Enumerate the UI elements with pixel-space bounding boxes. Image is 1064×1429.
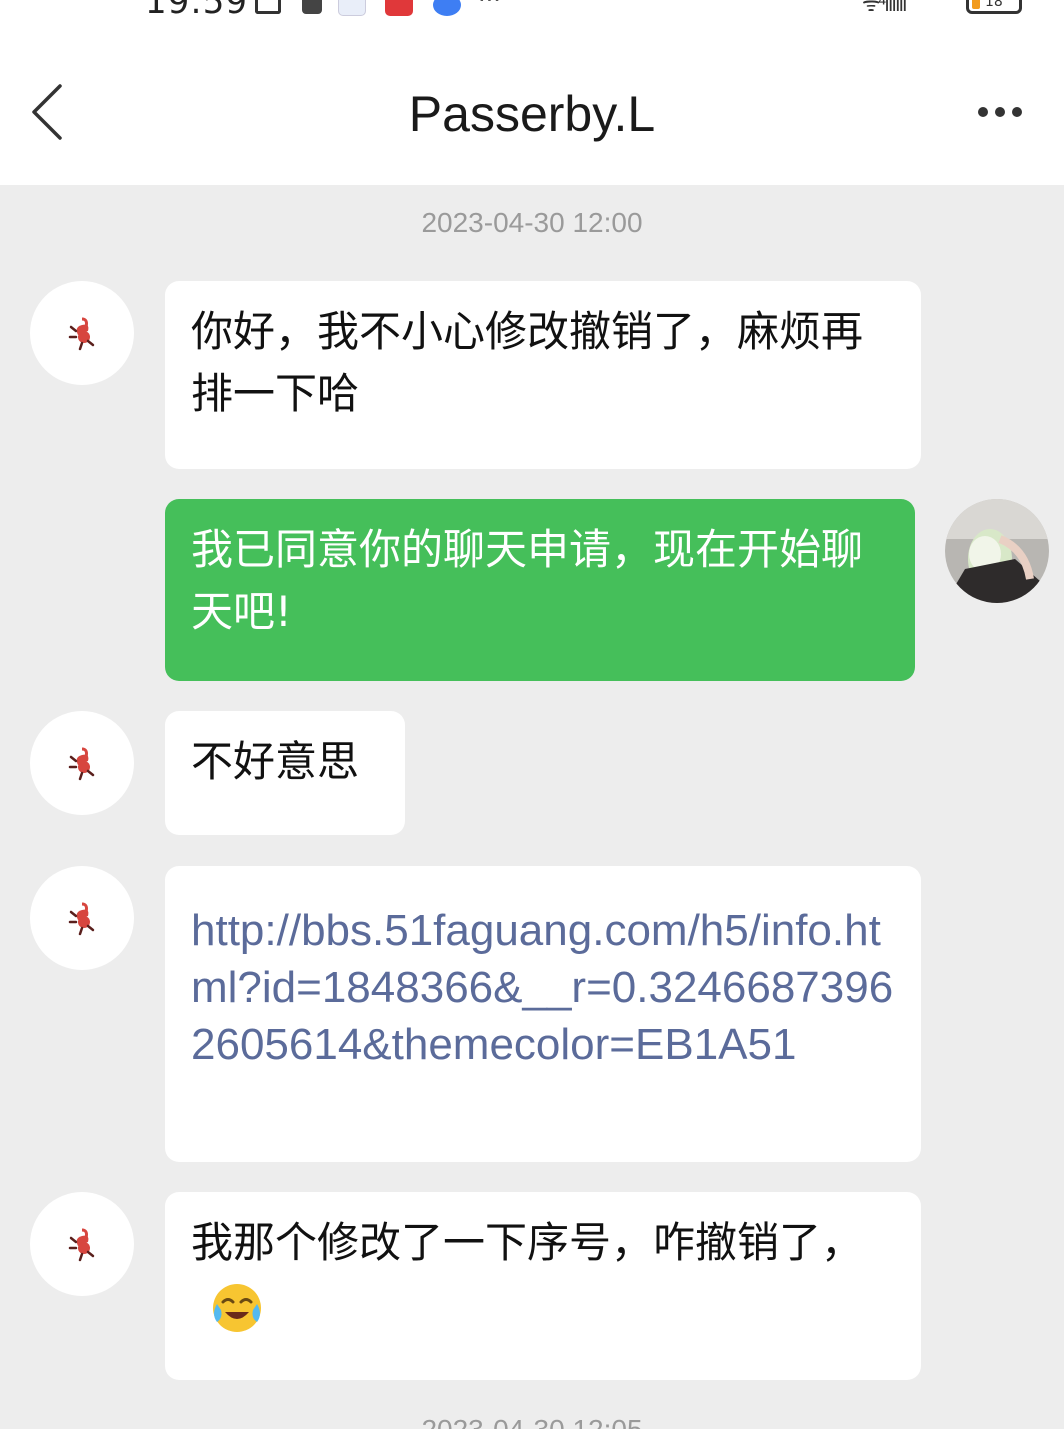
more-dot bbox=[1012, 107, 1022, 117]
scorpion-icon bbox=[68, 1228, 95, 1262]
more-horizontal-icon bbox=[978, 107, 988, 117]
message-text: 你好，我不小心修改撤销了，麻烦再排一下哈 bbox=[191, 307, 864, 418]
message-bubble-incoming[interactable]: 你好，我不小心修改撤销了，麻烦再排一下哈 bbox=[165, 281, 921, 469]
huawei-app-icon bbox=[385, 0, 413, 16]
contact-avatar[interactable] bbox=[30, 1192, 134, 1296]
message-link[interactable]: http://bbs.51faguang.com/h5/info.html?id… bbox=[191, 906, 893, 1069]
message-bubble-incoming[interactable]: 我那个修改了一下序号，咋撤销了， bbox=[165, 1192, 921, 1380]
more-icon: ··· bbox=[478, 0, 501, 14]
contact-avatar[interactable] bbox=[30, 866, 134, 970]
battery-indicator: 18 bbox=[966, 0, 1022, 14]
message-text: 我已同意你的聊天申请，现在开始聊天吧! bbox=[191, 525, 864, 636]
message-text: 不好意思 bbox=[191, 737, 360, 786]
message-text: 我那个修改了一下序号，咋撤销了， bbox=[191, 1218, 864, 1267]
message-bubble-incoming[interactable]: 不好意思 bbox=[165, 711, 405, 835]
notification-icon bbox=[302, 0, 322, 14]
contact-avatar[interactable] bbox=[30, 711, 134, 815]
nav-bar: Passerby.L bbox=[0, 30, 1064, 185]
user-photo-icon bbox=[945, 499, 1049, 603]
scorpion-icon bbox=[68, 317, 95, 351]
message-bubble-outgoing[interactable]: 我已同意你的聊天申请，现在开始聊天吧! bbox=[165, 499, 915, 681]
battery-fill bbox=[972, 0, 980, 9]
battery-level: 18 bbox=[985, 0, 1003, 10]
contact-avatar[interactable] bbox=[30, 281, 134, 385]
more-dot bbox=[995, 107, 1005, 117]
message-timestamp-partial: 2023-04-30 12:05 bbox=[0, 1414, 1064, 1429]
crying-laughing-emoji-icon bbox=[213, 1283, 261, 1332]
message-bubble-link[interactable]: http://bbs.51faguang.com/h5/info.html?id… bbox=[165, 866, 921, 1162]
status-time: 19:59 bbox=[145, 0, 248, 22]
message-timestamp: 2023-04-30 12:00 bbox=[421, 207, 643, 238]
more-options-button[interactable] bbox=[978, 102, 1038, 126]
music-app-icon bbox=[433, 0, 461, 16]
home-icon bbox=[255, 0, 281, 14]
app-icon bbox=[338, 0, 366, 16]
scorpion-icon bbox=[68, 902, 95, 936]
status-bar: 19:59 ··· ᯤ⁴ıllıll 18 bbox=[0, 0, 1064, 30]
my-avatar[interactable] bbox=[945, 499, 1049, 603]
signal-icon: ᯤ⁴ıllıll bbox=[862, 0, 908, 16]
scorpion-icon bbox=[68, 747, 95, 781]
chat-title: Passerby.L bbox=[408, 86, 656, 142]
